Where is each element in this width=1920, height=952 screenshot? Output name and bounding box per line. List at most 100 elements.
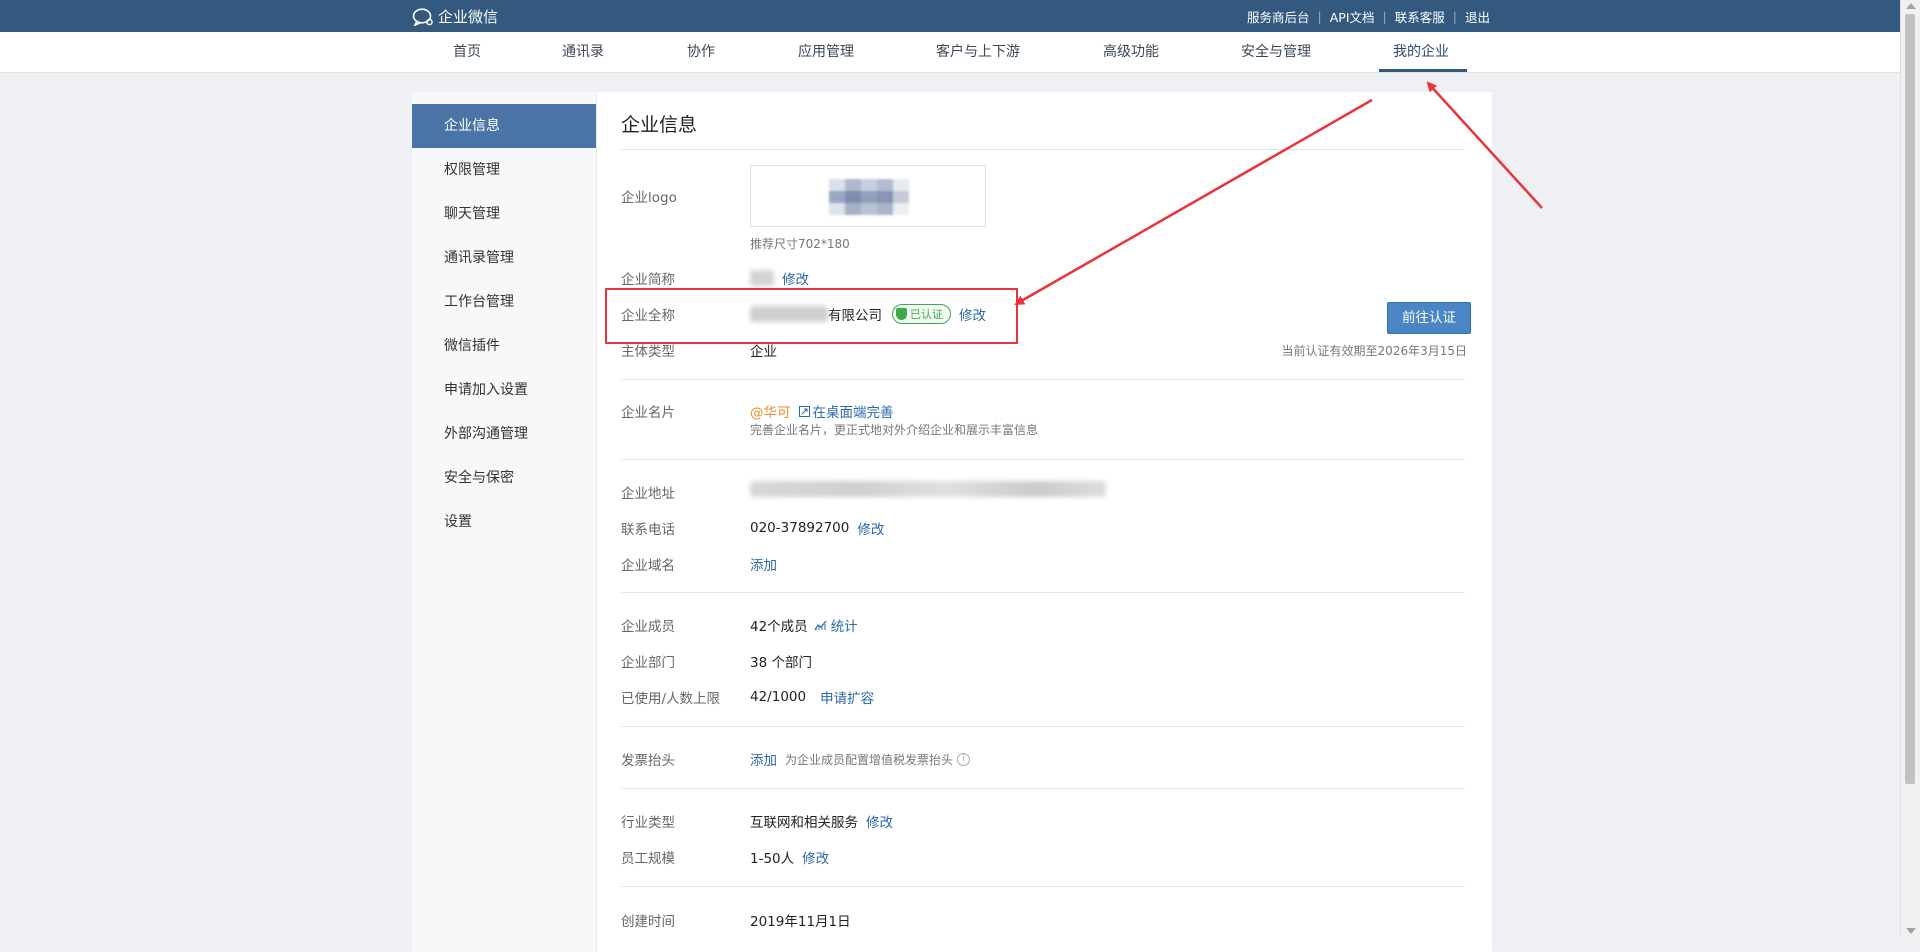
top-links: 服务商后台 | API文档 | 联系客服 | 退出 [1247, 0, 1490, 32]
divider [621, 459, 1465, 460]
industry-value: 互联网和相关服务 [750, 815, 858, 831]
address-redacted [750, 481, 1106, 497]
sidebar: 企业信息 权限管理 聊天管理 通讯录管理 工作台管理 微信插件 申请加入设置 外… [412, 92, 597, 952]
divider [621, 149, 1465, 150]
provider-admin-link[interactable]: 服务商后台 [1247, 7, 1310, 26]
short-name-label: 企业简称 [621, 272, 675, 288]
page-scrollbar[interactable] [1900, 0, 1920, 937]
domain-add-link[interactable]: 添加 [750, 554, 777, 574]
invoice-title-row: 添加 为企业成员配置增值税发票抬头 i [750, 749, 971, 769]
nav-my-company[interactable]: 我的企业 [1393, 32, 1449, 72]
main-nav: 首页 通讯录 协作 应用管理 客户与上下游 高级功能 安全与管理 我的企业 [0, 32, 1900, 73]
short-name-redacted [750, 270, 774, 286]
scrollbar-thumb[interactable] [1905, 14, 1915, 784]
divider: | [1317, 8, 1322, 24]
sidebar-item-join-settings[interactable]: 申请加入设置 [412, 368, 596, 412]
domain-value-row: 添加 [750, 554, 777, 574]
top-bar: 企业微信 服务商后台 | API文档 | 联系客服 | 退出 [0, 0, 1900, 32]
invoice-add-link[interactable]: 添加 [750, 749, 777, 769]
divider [621, 886, 1465, 887]
complete-on-desktop-link[interactable]: 在桌面端完善 [798, 401, 894, 421]
business-card-handle: @华可 [750, 405, 791, 421]
divider [621, 379, 1465, 380]
members-value-row: 42个成员 统计 [750, 615, 858, 635]
sidebar-item-workbench[interactable]: 工作台管理 [412, 280, 596, 324]
go-verify-button[interactable]: 前往认证 [1387, 302, 1471, 334]
company-logo-image [829, 179, 909, 215]
sidebar-item-company-info[interactable]: 企业信息 [412, 104, 596, 148]
sidebar-item-settings[interactable]: 设置 [412, 500, 596, 544]
external-edit-icon [798, 405, 810, 417]
nav-app-management[interactable]: 应用管理 [798, 32, 854, 72]
staff-size-value: 1-50人 [750, 851, 795, 867]
members-stats-link[interactable]: 统计 [814, 615, 858, 635]
brand-logo[interactable]: 企业微信 [412, 6, 498, 27]
nav-security[interactable]: 安全与管理 [1241, 32, 1311, 72]
domain-label: 企业域名 [621, 558, 675, 574]
company-info-content: 企业信息 企业logo 推荐尺寸702*180 企业简称 修改 企业全称 有限公… [596, 92, 1492, 952]
api-docs-link[interactable]: API文档 [1330, 7, 1375, 26]
logout-link[interactable]: 退出 [1465, 7, 1490, 26]
verification-validity-text: 当前认证有效期至2026年3月15日 [1281, 344, 1467, 358]
scroll-up-arrow-icon[interactable] [1906, 3, 1916, 9]
divider: | [1382, 8, 1387, 24]
nav-contacts[interactable]: 通讯录 [562, 32, 604, 72]
nav-advanced[interactable]: 高级功能 [1103, 32, 1159, 72]
annotation-highlight-box [605, 288, 1018, 344]
business-card-label: 企业名片 [621, 405, 675, 421]
company-logo-upload[interactable] [750, 165, 986, 227]
members-stats-text: 统计 [830, 619, 858, 635]
phone-value: 020-37892700 [750, 520, 850, 536]
sidebar-item-chat-management[interactable]: 聊天管理 [412, 192, 596, 236]
info-icon[interactable]: i [957, 752, 971, 766]
nav-active-indicator [1379, 69, 1467, 72]
address-label: 企业地址 [621, 486, 675, 502]
business-card-description: 完善企业名片，更正式地对外介绍企业和展示丰富信息 [750, 423, 1039, 437]
sidebar-item-wechat-plugin[interactable]: 微信插件 [412, 324, 596, 368]
divider [621, 592, 1465, 593]
logo-size-hint: 推荐尺寸702*180 [750, 237, 850, 251]
short-name-edit-link[interactable]: 修改 [782, 268, 809, 288]
complete-on-desktop-text: 在桌面端完善 [812, 405, 894, 421]
phone-label: 联系电话 [621, 522, 675, 538]
address-value [750, 481, 1106, 497]
main-panel: 企业信息 权限管理 聊天管理 通讯录管理 工作台管理 微信插件 申请加入设置 外… [412, 92, 1492, 952]
staff-size-edit-link[interactable]: 修改 [802, 847, 829, 867]
nav-collaboration[interactable]: 协作 [687, 32, 715, 72]
brand-name: 企业微信 [438, 8, 499, 26]
scroll-down-arrow-icon[interactable] [1906, 928, 1916, 934]
sidebar-item-contacts-management[interactable]: 通讯录管理 [412, 236, 596, 280]
staff-size-label: 员工规模 [621, 851, 675, 867]
divider: | [1452, 8, 1457, 24]
sidebar-item-external-communication[interactable]: 外部沟通管理 [412, 412, 596, 456]
departments-value: 38 个部门 [750, 655, 812, 671]
sidebar-item-security-privacy[interactable]: 安全与保密 [412, 456, 596, 500]
created-time-label: 创建时间 [621, 914, 675, 930]
stats-chart-icon [814, 620, 827, 631]
members-label: 企业成员 [621, 619, 675, 635]
logo-label: 企业logo [621, 190, 677, 206]
page-title: 企业信息 [621, 114, 698, 136]
sidebar-item-permissions[interactable]: 权限管理 [412, 148, 596, 192]
member-limit-row: 42/1000 申请扩容 [750, 687, 874, 707]
divider [621, 726, 1465, 727]
invoice-description: 为企业成员配置增值税发票抬头 [785, 752, 954, 767]
members-count: 42个成员 [750, 619, 808, 635]
industry-label: 行业类型 [621, 815, 675, 831]
phone-value-row: 020-37892700 修改 [750, 518, 884, 538]
short-name-value: 修改 [750, 268, 809, 288]
member-limit-value: 42/1000 [750, 689, 807, 705]
departments-label: 企业部门 [621, 655, 675, 671]
nav-customers[interactable]: 客户与上下游 [936, 32, 1020, 72]
phone-edit-link[interactable]: 修改 [857, 518, 884, 538]
industry-edit-link[interactable]: 修改 [866, 811, 893, 831]
member-limit-label: 已使用/人数上限 [621, 691, 721, 707]
staff-size-row: 1-50人 修改 [750, 847, 829, 867]
industry-row: 互联网和相关服务 修改 [750, 811, 893, 831]
nav-home[interactable]: 首页 [453, 32, 481, 72]
business-card-value: @华可 在桌面端完善 [750, 401, 894, 421]
wecom-logo-icon [412, 7, 433, 26]
divider [621, 788, 1465, 789]
contact-support-link[interactable]: 联系客服 [1395, 7, 1445, 26]
request-expansion-link[interactable]: 申请扩容 [820, 687, 874, 707]
